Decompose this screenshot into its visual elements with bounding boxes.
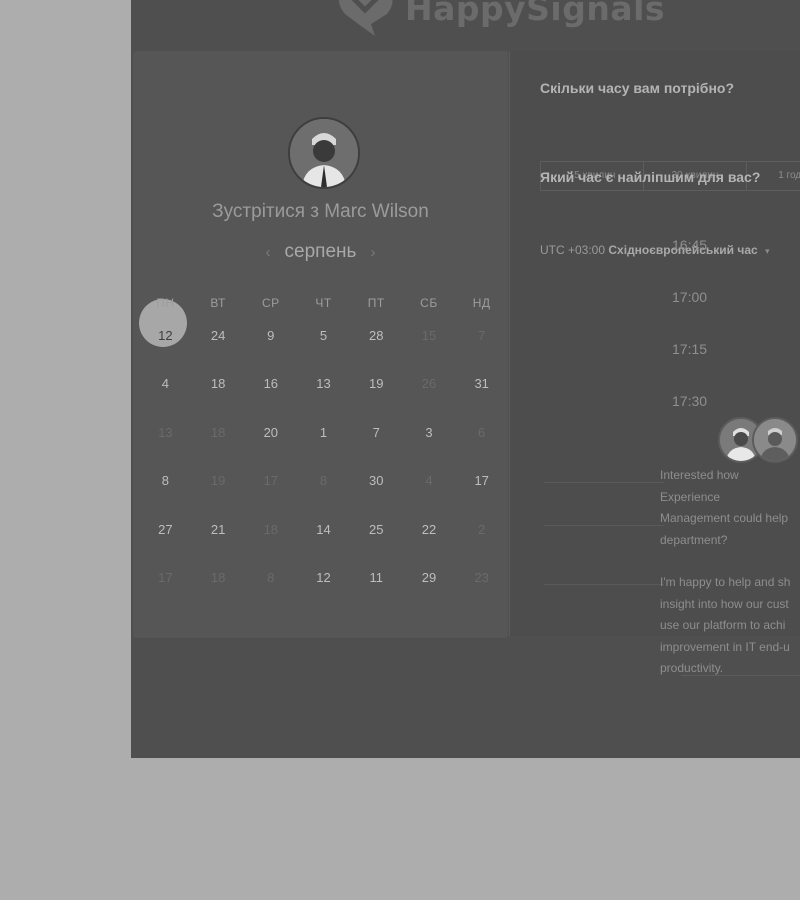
calendar-day[interactable]: 3 [403,420,456,468]
logo-icon [338,0,393,36]
calendar-week-row: 8 19 17 8 30 4 17 [139,468,508,516]
calendar-day: 17 [263,473,279,489]
month-navigator: ‹ серпень › [133,241,508,263]
time-slot[interactable]: 17:15 [672,341,707,357]
weekday-sun: НД [472,296,491,310]
calendar-day[interactable]: 7 [350,420,403,468]
calendar-day: 8 [319,473,328,489]
calendar-day: 18 [210,424,226,440]
calendar-day: 23 [474,569,489,585]
calendar-day[interactable]: 17 [455,468,508,516]
weekday-tue: ВТ [210,296,226,310]
weekday-fri: ПТ [367,296,385,310]
chevron-right-icon[interactable]: › [370,244,375,261]
calendar-day[interactable]: 1 [297,420,350,468]
weekday-sat: СБ [420,296,438,310]
calendar-day[interactable]: 21 [192,517,245,565]
person-icon [754,419,796,461]
person-icon [290,119,358,187]
calendar-day[interactable]: 27 [139,517,192,565]
month-label: серпень [284,241,357,262]
calendar-day[interactable]: 11 [350,565,403,613]
calendar-day: 18 [263,521,279,537]
chat-paragraph: I'm happy to help and sh insight into ho… [660,575,791,675]
calendar-day: 26 [421,376,437,392]
weekday-header: ПН ВТ СР ЧТ ПТ СБ НД [139,295,508,323]
calendar-day[interactable]: 5 [297,323,350,371]
divider [544,525,664,526]
brand-name: HappySignals [405,0,666,28]
calendar-day[interactable]: 30 [350,468,403,516]
chat-message: Interested how Experience Management cou… [660,465,800,701]
calendar-day[interactable]: 28 [350,323,403,371]
calendar-day: 13 [158,424,173,440]
chevron-left-icon[interactable]: ‹ [266,244,271,261]
calendar-day: 15 [421,328,437,343]
calendar-day[interactable]: 14 [297,517,350,565]
divider [544,584,664,585]
chat-paragraph: Interested how Experience Management cou… [660,468,789,547]
calendar-day[interactable]: 13 [297,371,350,419]
calendar-day[interactable]: 25 [350,517,403,565]
calendar-day[interactable]: 16 [244,371,297,419]
time-slot[interactable]: 16:45 [672,237,707,253]
weekday-thu: ЧТ [315,296,332,310]
calendar-days: 12 24 9 5 28 15 7 4 18 16 13 19 26 31 13 18 20 1 7 3 6 8 19 17 8… [139,323,508,613]
timezone-selector[interactable]: UTC +03:00 Східноєвропейський час ▾ [540,243,770,257]
calendar-day-selected[interactable]: 12 [139,323,192,371]
calendar-day[interactable]: 20 [244,420,297,468]
calendar-day[interactable]: 22 [403,517,456,565]
calendar-day: 2 [478,521,486,537]
calendar-day: 17 [158,569,173,585]
calendar-day: 19 [210,473,226,489]
divider [681,675,800,676]
calendar-day[interactable]: 29 [403,565,456,613]
calendar-day[interactable]: 24 [192,323,245,371]
brand-logo: HappySignals [331,0,665,36]
time-question: Який час є найліпшим для вас? [540,169,761,185]
time-slot[interactable]: 17:00 [672,289,707,305]
agent-avatar [752,417,798,463]
time-slot[interactable]: 17:30 [672,393,707,409]
calendar-day: 7 [478,328,486,343]
calendar-day: 4 [425,473,433,489]
meeting-title: Зустрітися з Marc Wilson [212,201,429,222]
calendar-day[interactable]: 12 [297,565,350,613]
calendar-week-row: 13 18 20 1 7 3 6 [139,420,508,468]
calendar-week-row: 12 24 9 5 28 15 7 [139,323,508,371]
timezone-offset: UTC +03:00 [540,243,606,257]
calendar-day[interactable]: 9 [244,323,297,371]
weekday-wed: СР [261,296,280,310]
chat-avatars[interactable] [718,417,798,463]
booking-frame: HappySignals Зустрітися з Marc Wilson ‹ … [131,0,800,758]
calendar-day: 6 [478,424,486,440]
host-avatar [288,117,360,189]
calendar-week-row: 17 18 8 12 11 29 23 [139,565,508,613]
calendar-week-row: 27 21 18 14 25 22 2 [139,517,508,565]
calendar-day[interactable]: 31 [455,371,508,419]
calendar-day: 18 [210,569,226,585]
calendar-grid: ПН ВТ СР ЧТ ПТ СБ НД 12 24 9 5 28 15 7 4 18 16 13 1… [139,295,508,613]
divider [544,482,664,483]
calendar-week-row: 4 18 16 13 19 26 31 [139,371,508,419]
calendar-day: 8 [267,569,275,585]
calendar-day[interactable]: 4 [139,371,192,419]
duration-question: Скільки часу вам потрібно? [540,80,735,96]
calendar-day[interactable]: 19 [350,371,403,419]
calendar-day[interactable]: 8 [139,468,192,516]
calendar-day[interactable]: 18 [192,371,245,419]
chevron-down-icon: ▾ [765,246,770,256]
weekday-mon: ПН [156,296,175,310]
